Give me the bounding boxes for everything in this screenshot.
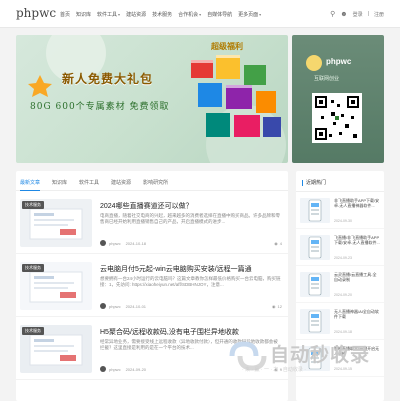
hero-title: 新人免费大礼包	[62, 72, 154, 86]
eye-icon: ◉	[274, 240, 278, 246]
post-thumbnail[interactable]: 技术服务	[20, 262, 92, 310]
chevron-down-icon: ▾	[259, 11, 262, 17]
sidebar-item[interactable]: 云灵直播/云直播工具-全自动录制 2024-09-20	[296, 266, 384, 303]
chevron-down-icon: ▾	[118, 11, 121, 17]
tab[interactable]: 建站资源	[111, 179, 131, 191]
chevron-down-icon: ▾	[199, 11, 202, 17]
phone-mockup	[308, 199, 322, 222]
avatar[interactable]	[100, 366, 106, 372]
tab[interactable]: 最新文章	[20, 179, 41, 191]
phone-mockup	[308, 310, 322, 333]
article-tabs: 最新文章 知识库 软件工具 建站资源 影响研究所	[16, 171, 288, 191]
site-logo[interactable]: phpwc	[16, 6, 56, 20]
main-nav: 首页 知识库 软件工具 ▾ 建站资源 技术服务 合作机会 ▾ 自媒体导航 更多页面 ▾	[60, 0, 267, 28]
sidebar-thumbnail[interactable]	[300, 309, 330, 334]
avatar[interactable]	[100, 240, 106, 246]
post-date: 2024-09-20	[125, 366, 147, 372]
sidebar-item-title[interactable]: 飞直播/非飞直播助手APP下载/安卓-无人直播软件...	[334, 235, 380, 250]
nav-item[interactable]: 自媒体导航	[207, 11, 232, 18]
tab[interactable]: 软件工具	[79, 179, 99, 191]
post-author[interactable]: phpwc	[109, 304, 121, 309]
sidebar-heading-text: 近期热门	[306, 180, 327, 186]
post-views: 4	[279, 240, 282, 246]
post-excerpt: 电商直播，随着社交电商的兴起，越来越多的消费者选择在直播中购买商品。许多品牌和零…	[100, 213, 280, 224]
nav-item[interactable]: 技术服务	[152, 11, 172, 18]
post-category-tag[interactable]: 技术服务	[22, 264, 44, 272]
nav-item-label: 技术服务	[152, 11, 173, 18]
top-navbar: phpwc 首页 知识库 软件工具 ▾ 建站资源 技术服务 合作机会 ▾ 自媒体导航 更多页面 ▾ …	[0, 0, 400, 28]
side-banner-logo	[306, 55, 322, 71]
sidebar-heading: 近期热门	[296, 171, 384, 192]
side-banner[interactable]: phpwc 互联网创业	[292, 35, 384, 163]
nav-item[interactable]: 软件工具 ▾	[97, 11, 120, 18]
post-author[interactable]: phpwc	[109, 367, 121, 372]
post-item[interactable]: 技术服务 云电脑月付5元起-win云电脑购买安装/远程一篇通 想要拥有一台24小时运…	[16, 254, 288, 317]
sidebar-item-title[interactable]: 无人直播神器/AI全自动软件下载	[334, 309, 380, 324]
post-views: 12	[277, 303, 282, 309]
nav-item[interactable]: 建站资源	[126, 11, 146, 18]
watermark: 自动秒收录 · 来 · 赢 · 一 · 次 · 自动收录 ·	[228, 336, 388, 378]
nav-item-label: 自媒体导航	[207, 11, 233, 18]
sidebar-item-date: 2024-09-20	[334, 293, 352, 297]
post-excerpt: 想要拥有一台24小时运行的云电脑吗？这篇文章教你怎样最低价格购买一台云电脑，购买…	[100, 276, 281, 287]
watermark-sub: · 来 · 赢 · 一 · 次 · 自动收录 ·	[242, 367, 306, 373]
post-meta: phpwc 2024-10-18 ◉ 4	[100, 240, 282, 246]
sidebar-thumbnail[interactable]	[300, 272, 330, 297]
phone-mockup	[308, 236, 322, 259]
sidebar-item-date: 2024-09-23	[334, 256, 352, 260]
nav-item-label: 首页	[60, 11, 71, 18]
sidebar-item[interactable]: 非飞直播助手APP下载/安卓-无人直播神器软件... 2024-09-30	[296, 192, 384, 229]
nav-item[interactable]: 合作机会 ▾	[178, 11, 201, 18]
sidebar-thumbnail[interactable]	[300, 235, 330, 260]
qr-code-pattern	[315, 96, 359, 140]
separator: |	[367, 11, 369, 17]
hero-badge: 超级福利	[211, 42, 243, 51]
nav-item-label: 软件工具	[97, 11, 118, 18]
hero-banner[interactable]: 超级福利 新人免费大礼包 80G 600个专属素材 免费领取	[16, 35, 288, 163]
post-title[interactable]: 2024哪些直播赛道还可以做？	[100, 201, 280, 211]
nav-item-label: 合作机会	[178, 11, 199, 18]
sidebar-item-date: 2024-09-18	[334, 330, 352, 334]
qr-code	[312, 93, 362, 143]
sidebar-item-date: 2024-09-30	[334, 219, 352, 223]
post-date: 2024-10-01	[125, 303, 147, 309]
post-category-tag[interactable]: 技术服务	[22, 201, 44, 209]
nav-item[interactable]: 更多页面 ▾	[238, 11, 261, 18]
post-item[interactable]: 技术服务 2024哪些直播赛道还可以做？ 电商直播，随着社交电商的兴起，越来越多的消…	[16, 191, 288, 254]
post-meta: phpwc 2024-10-01 ◉ 12	[100, 303, 282, 309]
post-title[interactable]: 云电脑月付5元起-win云电脑购买安装/远程一篇通	[100, 264, 280, 274]
side-banner-slogan: 互联网创业	[314, 76, 340, 82]
avatar[interactable]	[100, 303, 106, 309]
side-banner-brand: phpwc	[326, 57, 352, 66]
tab[interactable]: 知识库	[52, 179, 67, 191]
phone-mockup	[308, 273, 322, 296]
sidebar-thumbnail[interactable]	[300, 198, 330, 223]
post-date: 2024-10-18	[125, 240, 147, 246]
sidebar-item-title[interactable]: 非飞直播助手APP下载/安卓-无人直播神器软件...	[334, 198, 380, 213]
post-category-tag[interactable]: 技术服务	[22, 327, 44, 335]
post-thumbnail[interactable]: 技术服务	[20, 199, 92, 247]
register-link[interactable]: 注册	[374, 11, 384, 18]
tab[interactable]: 影响研究所	[143, 179, 168, 191]
sidebar-item[interactable]: 飞直播/非飞直播助手APP下载/安卓-无人直播软件... 2024-09-23	[296, 229, 384, 266]
nav-item[interactable]: 首页	[60, 11, 70, 18]
sidebar-item[interactable]: 无人直播神器/AI全自动软件下载 2024-09-18	[296, 303, 384, 340]
login-link[interactable]: 登录	[353, 11, 363, 18]
nav-item[interactable]: 知识库	[76, 11, 91, 18]
post-thumbnail[interactable]: 技术服务	[20, 325, 92, 373]
nav-item-label: 更多页面	[238, 11, 259, 18]
heading-accent	[302, 179, 303, 186]
hero-subtitle: 80G 600个专属素材 免费领取	[30, 102, 170, 112]
watermark-text: 自动秒收录	[270, 345, 371, 366]
nav-item-label: 知识库	[76, 11, 92, 18]
nav-item-label: 建站资源	[126, 11, 147, 18]
user-icon[interactable]: ☻	[340, 11, 347, 18]
sidebar-item-title[interactable]: 云灵直播/云直播工具-全自动录制	[334, 272, 380, 287]
eye-icon: ◉	[272, 303, 276, 309]
search-icon[interactable]: ⚲	[330, 10, 335, 18]
post-author[interactable]: phpwc	[109, 241, 121, 246]
header-actions: ⚲ ☻ 登录 | 注册	[330, 0, 384, 28]
